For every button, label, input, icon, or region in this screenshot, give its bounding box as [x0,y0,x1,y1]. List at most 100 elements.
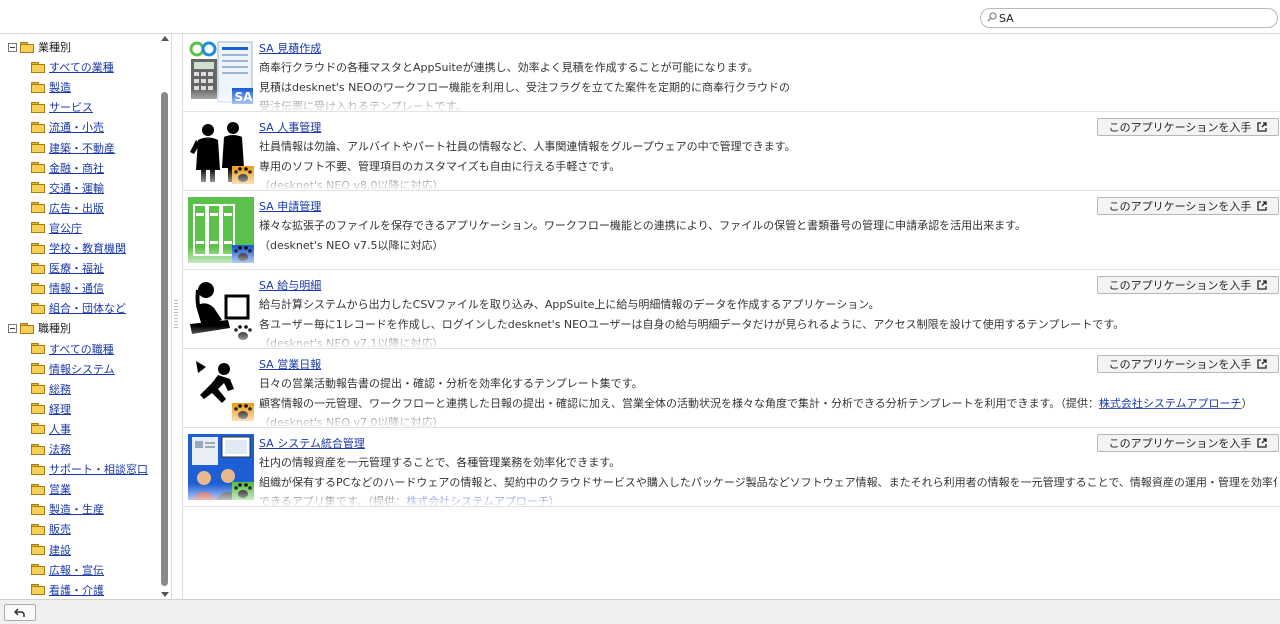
tree-item[interactable]: 学校・教育機関 [31,239,126,257]
top-toolbar [0,0,1280,34]
tree-item[interactable]: 総務 [31,380,71,398]
tree-item-link[interactable]: サポート・相談窓口 [49,461,148,477]
tree-item-link[interactable]: 製造 [49,79,71,95]
tree-item-link[interactable]: 経理 [49,401,71,417]
folder-icon [31,222,45,234]
app-title-link[interactable]: SA 給与明細 [259,277,321,293]
scroll-down-arrow-icon[interactable] [161,592,169,597]
tree-item[interactable]: 人事 [31,420,71,438]
back-button[interactable] [4,604,36,621]
description-text: 日々の営業活動報告書の提出・確認・分析を効率化するテンプレート集です。 [259,377,643,390]
search-input[interactable] [999,10,1269,26]
tree-group[interactable]: 職種別 [8,319,71,337]
folder-icon [31,403,45,415]
tree-item[interactable]: 情報・通信 [31,279,104,297]
tree-item[interactable]: サービス [31,98,93,116]
get-application-button[interactable]: このアプリケーションを入手 [1097,355,1279,373]
folder-icon [31,544,45,555]
tree-item-link[interactable]: 広告・出版 [49,200,104,216]
pane-splitter-handle[interactable] [174,300,178,330]
tree-item[interactable]: 金融・商社 [31,159,104,177]
tree-item[interactable]: 営業 [31,480,71,498]
tree-item-link[interactable]: 販売 [49,521,71,537]
tree-item-link[interactable]: サービス [49,99,93,115]
tree-item-link[interactable]: すべての業種 [49,59,114,75]
sidebar-scrollbar[interactable] [160,34,170,599]
tree-item[interactable]: すべての業種 [31,58,114,76]
tree-item-link[interactable]: 官公庁 [49,220,82,236]
tree-item[interactable]: 医療・福祉 [31,259,104,277]
tree-item-link[interactable]: 情報システム [49,361,115,377]
get-application-label: このアプリケーションを入手 [1108,358,1252,371]
external-link-icon [1257,438,1268,448]
tree-item[interactable]: 情報システム [31,360,115,378]
tree-item[interactable]: 販売 [31,520,71,538]
app-title-link[interactable]: SA システム統合管理 [259,435,365,451]
app-title-link[interactable]: SA 見積作成 [259,40,321,56]
app-entry: SA システム統合管理社内の情報資産を一元管理することで、各種管理業務を効率化で… [183,429,1280,507]
app-title-link[interactable]: SA 申請管理 [259,198,321,214]
tree-item-link[interactable]: 人事 [49,421,71,437]
app-entry: SA 給与明細 給与計算システムから出力したCSVファイルを取り込み、AppSui… [183,271,1280,349]
tree-group-label: 職種別 [38,322,71,336]
folder-icon [31,142,45,153]
tree-item-link[interactable]: 組合・団体など [49,300,126,316]
app-title-link[interactable]: SA 人事管理 [259,119,321,135]
tree-item[interactable]: 建築・不動産 [31,139,115,157]
tree-item-link[interactable]: 学校・教育機関 [49,240,126,256]
tree-item-link[interactable]: 医療・福祉 [49,260,104,276]
category-tree: 業種別すべての業種 製造サービス流通・小売建築・不動産 金融・商社交通・運輸広告・出… [0,34,172,599]
tree-group[interactable]: 業種別 [8,38,71,56]
tree-item-link[interactable]: 流通・小売 [49,119,104,135]
tree-item-link[interactable]: 製造・生産 [49,501,104,517]
tree-item[interactable]: 法務 [31,440,71,458]
tree-item[interactable]: 広報・宣伝 [31,561,104,579]
scrollbar-thumb[interactable] [161,92,168,586]
folder-icon [31,463,45,475]
tree-item[interactable]: 経理 [31,400,71,418]
description-text: 社員情報は勿論、アルバイトやパート社員の情報など、人事関連情報をグループウェアの… [259,140,796,153]
tree-item[interactable]: すべての職種 [31,340,114,358]
tree-item[interactable]: 組合・団体など [31,299,126,317]
folder-icon [20,41,34,53]
folder-icon [31,242,45,254]
collapse-toggle-icon[interactable] [8,323,17,333]
tree-item[interactable]: 建設 [31,541,71,559]
app-description-line: 商奉行クラウドの各種マスタとAppSuiteが連携し、効率よく見積を作成すること… [259,58,1277,78]
tree-item[interactable]: 交通・運輸 [31,179,104,197]
overflow-fade [183,484,1280,506]
tree-item-link[interactable]: 交通・運輸 [49,180,104,196]
collapse-toggle-icon[interactable] [8,42,17,52]
folder-icon [31,363,45,375]
tree-item-link[interactable]: 広報・宣伝 [49,562,104,578]
tree-item-link[interactable]: 建設 [49,542,71,558]
tree-item-link[interactable]: すべての職種 [49,341,114,357]
tree-item-link[interactable]: 営業 [49,481,71,497]
description-text: 社内の情報資産を一元管理することで、各種管理業務を効率化できます。 [259,456,621,469]
app-title-link[interactable]: SA 営業日報 [259,356,321,372]
get-application-button[interactable]: このアプリケーションを入手 [1097,434,1279,452]
tree-item-link[interactable]: 金融・商社 [49,160,104,176]
tree-item[interactable]: 製造 [31,78,71,96]
folder-icon [31,282,45,294]
folder-icon [31,584,45,596]
tree-item-link[interactable]: 建築・不動産 [49,140,115,156]
tree-item-link[interactable]: 看護・介護 [49,582,104,598]
search-box[interactable] [980,8,1278,28]
folder-icon [31,202,45,214]
tree-item[interactable]: 看護・介護 [31,581,104,599]
tree-item[interactable]: サポート・相談窓口 [31,460,148,478]
scroll-up-arrow-icon[interactable] [161,36,169,41]
get-application-label: このアプリケーションを入手 [1108,279,1252,292]
get-application-button[interactable]: このアプリケーションを入手 [1097,197,1279,215]
get-application-button[interactable]: このアプリケーションを入手 [1097,118,1279,136]
tree-item[interactable]: 製造・生産 [31,500,104,518]
tree-item-link[interactable]: 情報・通信 [49,280,104,296]
get-application-button[interactable]: このアプリケーションを入手 [1097,276,1279,294]
tree-item-link[interactable]: 法務 [49,441,71,457]
tree-item[interactable]: 広告・出版 [31,199,104,217]
folder-icon [20,322,34,334]
tree-item-link[interactable]: 総務 [49,381,71,397]
tree-item[interactable]: 流通・小売 [31,118,104,136]
tree-item[interactable]: 官公庁 [31,219,82,237]
